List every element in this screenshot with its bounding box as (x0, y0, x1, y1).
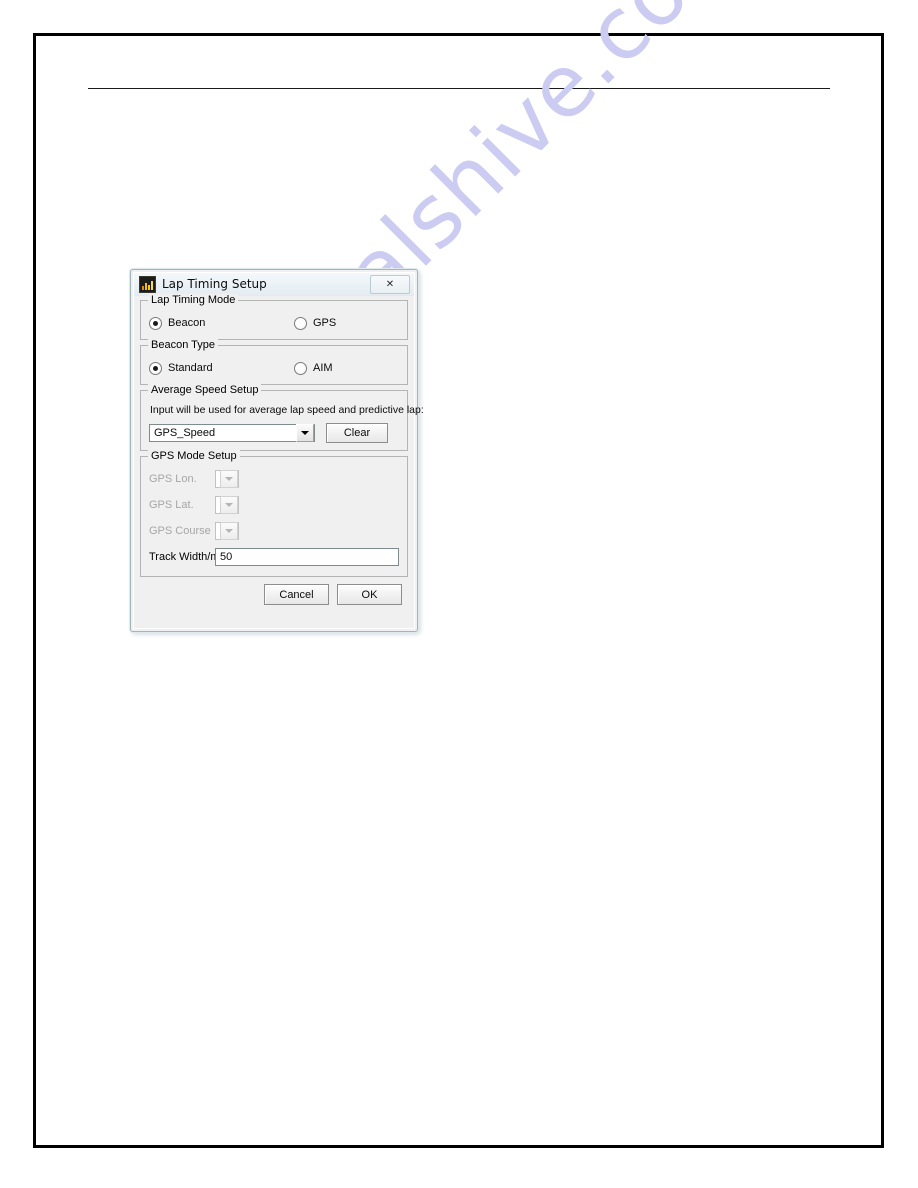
label-gps-lon: GPS Lon. (149, 473, 197, 485)
chevron-down-icon[interactable] (296, 424, 314, 442)
field-row-gps-course: GPS Course (149, 522, 399, 540)
radio-dot-gps[interactable] (294, 316, 307, 330)
label-gps-lat: GPS Lat. (149, 499, 194, 511)
lap-timing-setup-dialog: Lap Timing Setup ✕ Lap Timing Mode Beaco… (130, 269, 424, 632)
label-gps-course: GPS Course (149, 525, 211, 537)
gps-course-combo[interactable] (215, 522, 239, 540)
gps-lon-combo[interactable] (215, 470, 239, 488)
dialog-title: Lap Timing Setup (162, 277, 267, 291)
group-lap-timing-mode: Lap Timing Mode Beacon GPS (140, 294, 408, 340)
dialog-footer: Cancel OK (140, 582, 408, 605)
radio-lap-timing-mode-beacon[interactable]: Beacon (149, 316, 294, 330)
field-row-gps-lat: GPS Lat. (149, 496, 399, 514)
average-speed-channel-value: GPS_Speed (154, 427, 216, 439)
dialog-body: Lap Timing Mode Beacon GPS Beacon Type S… (134, 294, 424, 611)
field-row-track-width: Track Width/m 50 (149, 548, 399, 566)
group-gps-mode-setup: GPS Mode Setup GPS Lon. GPS Lat. GPS Cou… (140, 450, 408, 577)
clear-button[interactable]: Clear (326, 423, 388, 443)
radio-label-gps: GPS (313, 317, 337, 329)
beacon-type-options: Standard AIM (149, 359, 399, 377)
average-speed-hint: Input will be used for average lap speed… (150, 404, 424, 416)
track-width-input[interactable]: 50 (215, 548, 399, 566)
group-beacon-type: Beacon Type Standard AIM (140, 339, 408, 385)
dialog-inner-frame: Lap Timing Setup ✕ Lap Timing Mode Beaco… (133, 272, 424, 629)
average-speed-channel-combo[interactable]: GPS_Speed (149, 424, 315, 442)
field-row-gps-lon: GPS Lon. (149, 470, 399, 488)
dialog-titlebar[interactable]: Lap Timing Setup ✕ (134, 273, 414, 296)
header-horizontal-rule (88, 88, 830, 89)
chevron-down-icon[interactable] (220, 496, 238, 514)
radio-beacon-type-standard[interactable]: Standard (149, 361, 294, 375)
chevron-down-icon[interactable] (220, 470, 238, 488)
cancel-button[interactable]: Cancel (264, 584, 329, 605)
radio-label-aim: AIM (313, 362, 333, 374)
gps-lat-combo[interactable] (215, 496, 239, 514)
radio-dot-aim[interactable] (294, 361, 307, 375)
ok-button[interactable]: OK (337, 584, 402, 605)
radio-dot-standard[interactable] (149, 361, 162, 375)
group-title-average-speed-setup: Average Speed Setup (148, 384, 262, 396)
average-speed-controls: GPS_Speed Clear (149, 423, 399, 443)
group-average-speed-setup: Average Speed Setup Input will be used f… (140, 384, 424, 451)
radio-label-beacon: Beacon (168, 317, 206, 329)
radio-label-standard: Standard (168, 362, 213, 374)
radio-lap-timing-mode-gps[interactable]: GPS (294, 316, 337, 330)
label-track-width: Track Width/m (149, 551, 220, 563)
group-title-beacon-type: Beacon Type (148, 339, 219, 351)
group-title-gps-mode-setup: GPS Mode Setup (148, 450, 240, 462)
radio-dot-beacon[interactable] (149, 316, 162, 330)
chart-app-icon (139, 275, 156, 293)
group-title-lap-timing-mode: Lap Timing Mode (148, 294, 239, 306)
close-icon[interactable]: ✕ (370, 275, 410, 294)
lap-timing-mode-options: Beacon GPS (149, 314, 399, 332)
radio-beacon-type-aim[interactable]: AIM (294, 361, 333, 375)
chevron-down-icon[interactable] (220, 522, 238, 540)
